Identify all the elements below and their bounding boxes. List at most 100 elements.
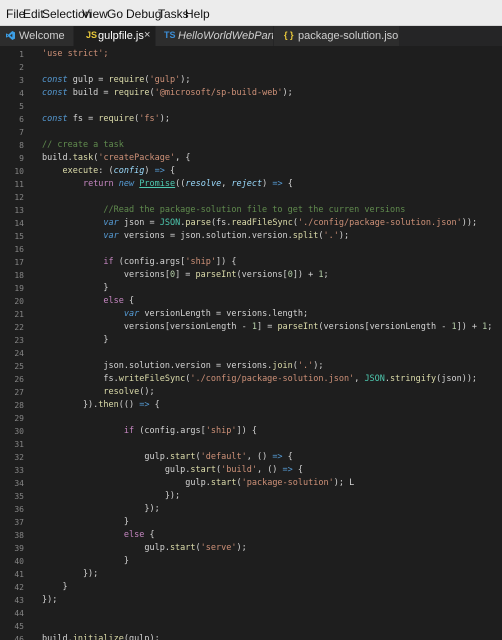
code-line: 34 gulp.start('package-solution'); L	[0, 477, 502, 490]
code-token: 'default'	[200, 452, 247, 462]
code-text: });	[42, 568, 98, 581]
code-line: 7	[0, 126, 502, 139]
code-token: ;	[487, 322, 493, 332]
code-token: require	[98, 114, 135, 124]
code-token: JSON	[159, 218, 181, 228]
code-line: 9 build.task('createPackage', {	[0, 152, 502, 165]
code-token: const	[42, 88, 68, 98]
code-line: 5	[0, 100, 502, 113]
line-number: 9	[19, 154, 24, 163]
code-line: 1 'use strict';	[0, 48, 502, 61]
code-token: 'package-solution'	[241, 478, 334, 488]
line-number: 8	[19, 141, 24, 150]
menu-view[interactable]: View	[82, 7, 108, 21]
code-token: then	[98, 400, 119, 410]
code-token: );	[282, 88, 293, 98]
code-text: gulp.start('package-solution'); L	[42, 477, 354, 490]
code-token: (json));	[436, 374, 478, 384]
code-text: }	[42, 282, 108, 295]
tab-helloworldwebpart-label: HelloWorldWebPart.ts	[178, 30, 274, 42]
code-token: versions[	[42, 270, 170, 280]
line-number: 10	[14, 167, 24, 176]
code-line: 38 else {	[0, 529, 502, 542]
menu-debug[interactable]: Debug	[126, 7, 161, 21]
code-token: resolve	[185, 179, 222, 189]
code-editor[interactable]: 1'use strict'; 2 3 const gulp = require('gu…	[0, 46, 502, 640]
code-token: split	[292, 231, 319, 241]
code-text: versions[versionLength - 1] = parseInt(v…	[42, 321, 493, 334]
line-number: 26	[14, 375, 24, 384]
code-line: 43});	[0, 594, 502, 607]
code-token: '.'	[323, 231, 339, 241]
tab-gulpfile[interactable]: JS gulpfile.js ×	[74, 26, 156, 46]
code-line: 2	[0, 61, 502, 74]
code-token: });	[42, 491, 181, 501]
code-token: const	[42, 75, 68, 85]
code-line: 33 gulp.start('build', () => {	[0, 464, 502, 477]
line-number: 29	[14, 414, 24, 423]
code-line: 36 });	[0, 503, 502, 516]
line-number: 36	[14, 505, 24, 514]
tab-helloworldwebpart[interactable]: TS HelloWorldWebPart.ts	[156, 26, 274, 46]
line-number: 38	[14, 531, 24, 540]
code-text: var json = JSON.parse(fs.readFileSync('.…	[42, 217, 477, 230]
line-number: 31	[14, 440, 24, 449]
code-text: gulp.start('serve');	[42, 542, 246, 555]
line-number: 20	[14, 297, 24, 306]
code-text: execute: (config) => {	[42, 165, 175, 178]
code-token: build.	[42, 153, 73, 163]
menu-help[interactable]: Help	[185, 7, 210, 21]
menu-edit[interactable]: Edit	[23, 7, 44, 21]
code-token: JSON	[364, 374, 385, 384]
line-number: 1	[19, 50, 24, 59]
code-token: =>	[154, 166, 165, 176]
code-token: new	[118, 179, 135, 189]
code-token: start	[190, 465, 216, 475]
code-line: 42 }	[0, 581, 502, 594]
code-token: {	[123, 296, 135, 306]
code-token: );	[180, 75, 191, 85]
code-token: '.'	[297, 361, 314, 371]
tab-package-solution[interactable]: { } package-solution.json	[274, 26, 400, 46]
line-number: 34	[14, 479, 24, 488]
code-token: gulp =	[67, 75, 109, 85]
code-token: fs =	[67, 114, 99, 124]
code-token: gulp.	[42, 465, 191, 475]
code-text: else {	[42, 295, 134, 308]
close-icon[interactable]: ×	[144, 29, 150, 41]
menu-go[interactable]: Go	[107, 7, 123, 21]
code-token: const	[42, 114, 68, 124]
code-text: });	[42, 594, 57, 607]
code-token: fs.	[42, 374, 119, 384]
line-number: 5	[19, 102, 24, 111]
line-number: 43	[14, 596, 24, 605]
code-token: }).	[42, 400, 99, 410]
code-token: // create a task	[42, 140, 124, 150]
line-number: 30	[14, 427, 24, 436]
code-token: (versions[versionLength -	[318, 322, 452, 332]
code-token: versions[versionLength -	[42, 322, 252, 332]
code-line: 6 const fs = require('fs');	[0, 113, 502, 126]
code-line: 21 var versionLength = versions.length;	[0, 308, 502, 321]
code-text: else {	[42, 529, 155, 542]
code-token: ]) +	[292, 270, 319, 280]
line-number: 22	[14, 323, 24, 332]
code-line: 29	[0, 412, 502, 425]
line-number: 16	[14, 245, 24, 254]
code-token: ] =	[256, 322, 278, 332]
code-token: readFileSync	[231, 218, 293, 228]
code-token: , ()	[246, 452, 273, 462]
code-text: // create a task	[42, 139, 124, 152]
code-text: //Read the package-solution file to get …	[42, 204, 405, 217]
code-line: 41 });	[0, 568, 502, 581]
tab-welcome[interactable]: Welcome	[0, 26, 74, 46]
code-line: 31	[0, 438, 502, 451]
code-token: {	[282, 179, 293, 189]
code-line: 11 return new Promise((resolve, reject) …	[0, 178, 502, 191]
code-token: parseInt	[277, 322, 319, 332]
